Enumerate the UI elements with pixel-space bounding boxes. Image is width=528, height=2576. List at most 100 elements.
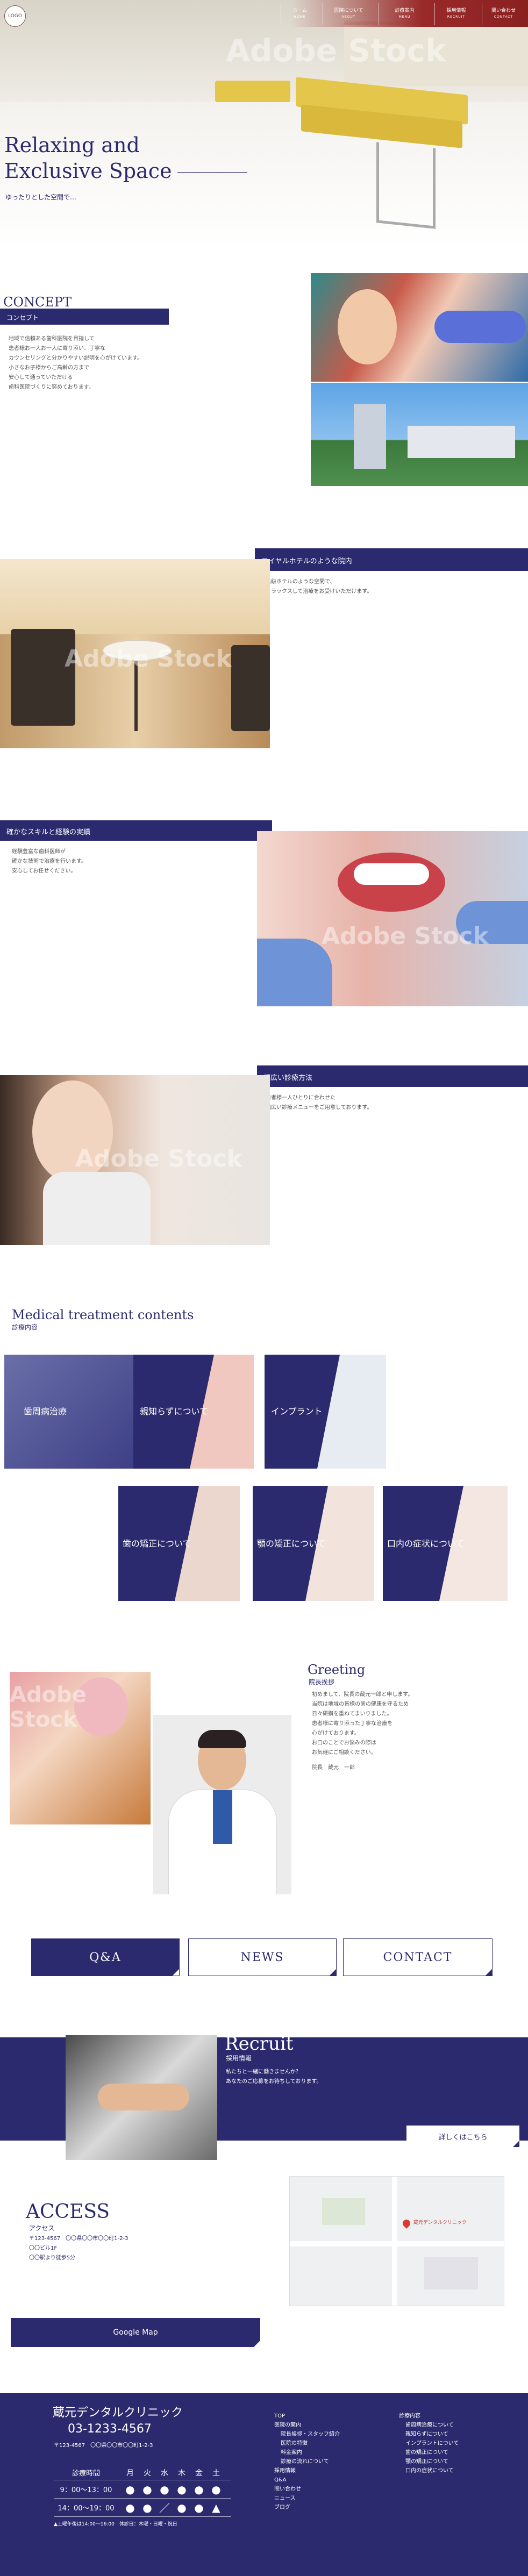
footer-address: 〒123-4567 〇〇県〇〇市〇〇町1-2-3 bbox=[54, 2443, 153, 2449]
footer-link[interactable]: 医院の特徴 bbox=[274, 2439, 340, 2448]
footer-link[interactable]: 親知らずについて bbox=[399, 2430, 459, 2439]
lobby-chair-right bbox=[231, 645, 270, 731]
lobby-chair-left bbox=[11, 629, 75, 726]
skill-title: 確かなスキルと経験の実績 bbox=[6, 828, 91, 836]
woman-shoulder bbox=[43, 1172, 151, 1245]
corner-arrow-icon bbox=[513, 2141, 519, 2147]
footer-link[interactable]: 顎の矯正について bbox=[399, 2457, 459, 2466]
menu-body-line: 患者様一人ひとりに合わせた bbox=[266, 1095, 336, 1101]
corner-arrow-icon bbox=[330, 1969, 336, 1976]
tile-jaw[interactable]: 顎の矯正について bbox=[253, 1486, 374, 1601]
hero-title: Relaxing and Exclusive Space bbox=[4, 132, 172, 184]
day-sat: 土 bbox=[212, 2468, 220, 2478]
footer-tel[interactable]: 03-1233-4567 bbox=[68, 2422, 152, 2436]
day-mon: 月 bbox=[126, 2468, 134, 2478]
hours-mark: ● bbox=[194, 2482, 204, 2496]
footer-link[interactable]: 医院の案内 bbox=[274, 2421, 340, 2430]
doctor-hair bbox=[198, 1730, 246, 1748]
hours-mark: ▲ bbox=[212, 2501, 220, 2514]
handshake-photo bbox=[66, 2035, 217, 2160]
google-map-label: Google Map bbox=[113, 2328, 158, 2337]
tile-oral-symptoms[interactable]: 口内の症状について bbox=[383, 1486, 508, 1601]
footer-link[interactable]: ニュース bbox=[274, 2494, 340, 2503]
concept-title-bar: コンセプト bbox=[0, 309, 169, 325]
footer-link[interactable]: 歯の矯正について bbox=[399, 2448, 459, 2457]
footer-link[interactable]: 診療の流れについて bbox=[274, 2457, 340, 2466]
news-button[interactable]: NEWS bbox=[188, 1938, 337, 1976]
qa-button[interactable]: Q&A bbox=[31, 1938, 180, 1976]
qa-button-label: Q&A bbox=[89, 1950, 122, 1964]
hours-note: ▲土曜午後は14:00～16:00 休診日：木曜・日曜・祝日 bbox=[54, 2522, 177, 2527]
hours-time: 9：00～13：00 bbox=[60, 2486, 112, 2494]
footer-link[interactable]: ブログ bbox=[274, 2503, 340, 2512]
glove-left bbox=[257, 939, 332, 1006]
tile-periodontal[interactable]: 歯周病治療 bbox=[4, 1355, 133, 1469]
nav-about[interactable]: 医院について ABOUT bbox=[323, 3, 374, 25]
nav-recruit[interactable]: 採用情報 RECRUIT bbox=[434, 3, 477, 25]
doctor-tie bbox=[213, 1790, 232, 1844]
footer-link[interactable]: 採用情報 bbox=[274, 2466, 340, 2475]
hours-row-morning: 9：00～13：00 ● ● ● ● ● ● bbox=[54, 2480, 231, 2499]
concept-body: 地域で信頼ある歯科医院を目指して 患者様お一人お一人に寄り添い、丁寧な カウンセ… bbox=[9, 334, 224, 392]
hours-label: 診療時間 bbox=[72, 2470, 100, 2478]
access-station: 〇〇駅より徒歩5分 bbox=[29, 2255, 76, 2261]
concept-body-line: カウンセリングと分かりやすい説明を心がけています。 bbox=[9, 355, 142, 361]
hours-mark: ● bbox=[125, 2501, 135, 2514]
hours-mark: ● bbox=[142, 2482, 152, 2496]
greeting-body-line: 心がけております。 bbox=[312, 1730, 360, 1736]
nav-contact[interactable]: 問い合わせ CONTACT bbox=[482, 3, 525, 25]
hotel-body-line: 高級ホテルのような空間で、 bbox=[266, 579, 336, 585]
footer-links-col2: 診療内容 歯周病治療について 親知らずについて インプラントについて 歯の矯正に… bbox=[399, 2412, 459, 2475]
tile-implant[interactable]: インプラント bbox=[265, 1355, 386, 1469]
logo[interactable]: LOGO bbox=[4, 5, 26, 27]
contact-button[interactable]: CONTACT bbox=[343, 1938, 493, 1976]
bench-legs bbox=[376, 142, 436, 229]
footer-link[interactable]: 料金案内 bbox=[274, 2448, 340, 2457]
footer-link[interactable]: インプラントについて bbox=[399, 2439, 459, 2448]
hours-header-row: 診療時間 月 火 水 木 金 土 bbox=[54, 2465, 231, 2480]
tile-periodontal-label: 歯周病治療 bbox=[24, 1406, 67, 1416]
glove-hand bbox=[434, 311, 526, 343]
footer-link[interactable]: 診療内容 bbox=[399, 2412, 459, 2421]
footer-link[interactable]: 問い合わせ bbox=[274, 2485, 340, 2494]
bench-seat-far bbox=[215, 81, 290, 102]
hours-mark: ● bbox=[142, 2501, 152, 2514]
nav-menu[interactable]: 診療案内 MENU bbox=[379, 3, 430, 25]
tile-orthodontics[interactable]: 歯の矯正について bbox=[118, 1486, 240, 1601]
recruit-more-label: 詳しくはこちら bbox=[438, 2133, 488, 2142]
google-map-button[interactable]: Google Map bbox=[11, 2318, 260, 2347]
concept-body-line: 歯科医院づくりに努めております。 bbox=[9, 384, 94, 390]
map-block bbox=[322, 2198, 365, 2225]
child-dental-photo bbox=[311, 273, 528, 382]
tile-jaw-label: 顎の矯正について bbox=[257, 1539, 326, 1549]
footer-link[interactable]: 歯周病治療について bbox=[399, 2421, 459, 2430]
tile-ortho-label: 歯の矯正について bbox=[123, 1539, 191, 1549]
concept-title: CONCEPT bbox=[3, 295, 72, 310]
nav-home[interactable]: ホーム HOME bbox=[281, 3, 318, 25]
footer-link[interactable]: Q&A bbox=[274, 2475, 340, 2485]
greeting-subtitle: 院長挨拶 bbox=[309, 1678, 335, 1686]
child-face bbox=[338, 289, 397, 364]
footer-link[interactable]: 口内の症状について bbox=[399, 2466, 459, 2475]
map-embed[interactable]: 蔵元デンタルクリニック bbox=[289, 2176, 504, 2306]
treatment-title: Medical treatment contents bbox=[12, 1307, 194, 1322]
hero-divider bbox=[177, 172, 247, 173]
hours-mark: ● bbox=[194, 2501, 204, 2514]
building-tower bbox=[354, 404, 386, 469]
access-building: 〇〇ビル1F bbox=[29, 2245, 58, 2251]
contact-button-label: CONTACT bbox=[383, 1950, 453, 1964]
hours-row-afternoon: 14：00～19：00 ● ● ／ ● ● ▲ bbox=[54, 2499, 231, 2517]
tile-wisdom-tooth[interactable]: 親知らずについて bbox=[133, 1355, 254, 1469]
footer-clinic-name: 蔵元デンタルクリニック bbox=[53, 2406, 183, 2420]
clinic-treatment-photo: Adobe Stock bbox=[10, 1672, 151, 1824]
menu-title-bar: 幅広い診療方法 bbox=[257, 1065, 528, 1087]
map-pin-icon bbox=[401, 2218, 412, 2229]
footer-link[interactable]: 院長挨拶・スタッフ紹介 bbox=[274, 2430, 340, 2439]
footer-link[interactable]: TOP bbox=[274, 2412, 340, 2421]
day-fri: 金 bbox=[195, 2468, 203, 2478]
menu-body-line: 幅広い診療メニューをご用意しております。 bbox=[266, 1105, 373, 1111]
greeting-body-line: 患者様に寄り添った丁寧な治療を bbox=[312, 1721, 393, 1727]
concept-body-line: 小さなお子様からご高齢の方まで bbox=[9, 365, 89, 371]
hero-title-line2: Exclusive Space bbox=[4, 159, 172, 183]
recruit-more-button[interactable]: 詳しくはこちら bbox=[406, 2126, 519, 2147]
